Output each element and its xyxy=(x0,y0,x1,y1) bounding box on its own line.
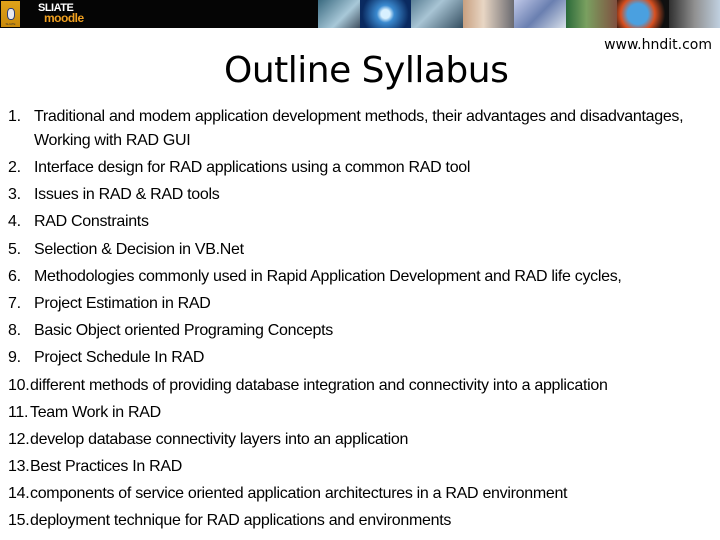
syllabus-item: 14. components of service oriented applic… xyxy=(8,482,718,509)
crest-emblem xyxy=(6,8,15,20)
syllabus-item-number: 13. xyxy=(8,458,30,476)
syllabus-item: 10. different methods of providing databa… xyxy=(8,374,718,401)
syllabus-item-number: 5. xyxy=(8,240,21,258)
syllabus-item-text: Project Estimation in RAD xyxy=(34,294,211,312)
syllabus-item-text: Project Schedule In RAD xyxy=(34,349,205,367)
syllabus-item-number: 10. xyxy=(8,376,30,394)
header-photo xyxy=(514,0,566,28)
sliate-moodle-logo: SLIATE moodle xyxy=(38,3,84,25)
header-photo xyxy=(668,0,720,28)
syllabus-item-number: 15. xyxy=(8,512,30,530)
syllabus-item-number: 6. xyxy=(8,267,21,285)
syllabus-item-text: deployment technique for RAD application… xyxy=(30,512,452,530)
syllabus-item-number: 3. xyxy=(8,186,21,204)
syllabus-item-text: Methodologies commonly used in Rapid App… xyxy=(34,267,622,285)
syllabus-item-text: RAD Constraints xyxy=(34,213,149,231)
syllabus-item-text: Best Practices In RAD xyxy=(30,458,182,476)
syllabus-item-text: Issues in RAD & RAD tools xyxy=(34,186,220,204)
syllabus-item-number: 8. xyxy=(8,322,21,340)
header-photo-robot xyxy=(318,0,360,28)
syllabus-item-number: 1. xyxy=(8,108,21,125)
syllabus-item: 5. Selection & Decision in VB.Net xyxy=(8,238,718,265)
header-banner: SLIATE SLIATE moodle xyxy=(0,0,720,28)
syllabus-item: 3. Issues in RAD & RAD tools xyxy=(8,183,718,210)
syllabus-list: 1. Traditional and modem application deve… xyxy=(8,105,718,537)
syllabus-item-text: Team Work in RAD xyxy=(30,403,161,421)
sliate-crest-icon: SLIATE xyxy=(1,1,20,27)
website-url: www.hndit.com xyxy=(604,37,712,53)
syllabus-item: 7. Project Estimation in RAD xyxy=(8,292,718,319)
syllabus-item: 15. deployment technique for RAD applicat… xyxy=(8,509,718,536)
syllabus-item: 11. Team Work in RAD xyxy=(8,401,718,428)
syllabus-item-number: 7. xyxy=(8,294,21,312)
syllabus-item-text: Basic Object oriented Programing Concept… xyxy=(34,322,333,340)
syllabus-item: 8. Basic Object oriented Programing Conce… xyxy=(8,319,718,346)
syllabus-item-number: 14. xyxy=(8,485,30,503)
header-photo xyxy=(617,0,669,28)
syllabus-item-text: Interface design for RAD applications us… xyxy=(34,159,471,176)
syllabus-item-number: 4. xyxy=(8,213,21,231)
syllabus-item: 6. Methodologies commonly used in Rapid A… xyxy=(8,265,718,292)
syllabus-item-number: 11. xyxy=(8,403,29,421)
syllabus-item-text: components of service oriented applicati… xyxy=(30,485,568,503)
syllabus-item-number: 2. xyxy=(8,159,21,176)
syllabus-item-text: Traditional and modem application develo… xyxy=(34,108,684,149)
syllabus-item: 2. Interface design for RAD applications … xyxy=(8,156,718,183)
syllabus-item-text: develop database connectivity layers int… xyxy=(30,430,409,448)
syllabus-item: 12. develop database connectivity layers … xyxy=(8,428,718,455)
crest-badge-text: SLIATE xyxy=(5,22,16,26)
syllabus-item-number: 12. xyxy=(8,430,30,448)
syllabus-item-text: different methods of providing database … xyxy=(30,376,608,394)
header-photo xyxy=(462,0,515,28)
syllabus-item-text: Selection & Decision in VB.Net xyxy=(34,240,244,258)
syllabus-item: 1. Traditional and modem application deve… xyxy=(8,105,718,156)
slide-title: Outline Syllabus xyxy=(224,50,509,91)
syllabus-item-number: 9. xyxy=(8,349,21,367)
header-photo xyxy=(565,0,618,28)
header-photo-strip xyxy=(360,0,720,28)
syllabus-item: 13. Best Practices In RAD xyxy=(8,455,718,482)
header-photo xyxy=(411,0,463,28)
syllabus-item: 9. Project Schedule In RAD xyxy=(8,346,718,373)
brand-bottom-text: moodle xyxy=(44,11,84,25)
header-photo xyxy=(360,0,412,28)
syllabus-item: 4. RAD Constraints xyxy=(8,210,718,237)
